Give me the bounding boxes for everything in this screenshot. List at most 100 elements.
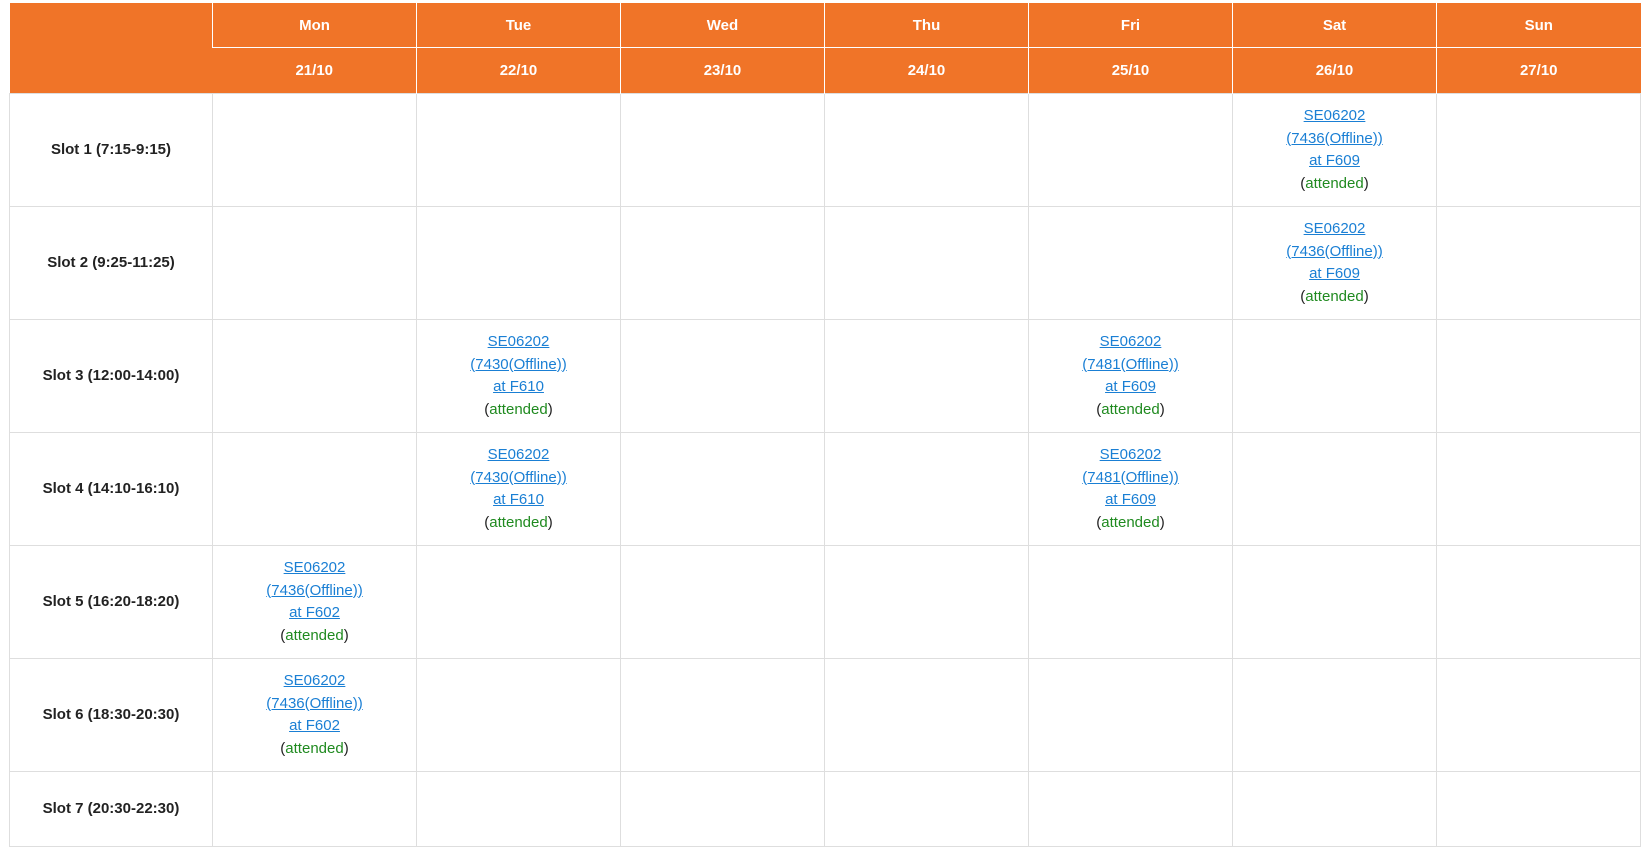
status-paren-close: ) xyxy=(547,400,553,418)
session-class-link[interactable]: (7436(Offline)) xyxy=(1233,128,1436,151)
timetable-cell xyxy=(620,545,825,659)
session-course-link[interactable]: SE06202 xyxy=(1029,331,1232,354)
session-course-link[interactable]: SE06202 xyxy=(1233,105,1436,128)
timetable-cell xyxy=(1436,319,1641,433)
session-course-link[interactable]: SE06202 xyxy=(417,331,620,354)
session-room-link[interactable]: at F609 xyxy=(1233,150,1436,173)
session-class-link[interactable]: (7481(Offline)) xyxy=(1029,354,1232,377)
status-paren-close: ) xyxy=(547,513,553,531)
session-room-link[interactable]: at F609 xyxy=(1233,263,1436,286)
timetable-cell xyxy=(1232,771,1437,847)
date-header: 21/10 xyxy=(212,47,417,94)
timetable-cell xyxy=(620,93,825,207)
date-header: 22/10 xyxy=(416,47,621,94)
status-text: attended xyxy=(1101,513,1160,531)
status-paren-close: ) xyxy=(1159,400,1165,418)
timetable-cell xyxy=(1028,545,1233,659)
timetable-cell xyxy=(1232,319,1437,433)
timetable-cell xyxy=(1028,93,1233,207)
dates-row: 21/10 22/10 23/10 24/10 25/10 26/10 27/1… xyxy=(10,47,1641,94)
slot-row: Slot 1 (7:15-9:15) SE06202 (7436(Offline))… xyxy=(9,93,1641,207)
header-corner xyxy=(9,3,213,94)
session-course-link[interactable]: SE06202 xyxy=(417,444,620,467)
timetable-cell xyxy=(1028,771,1233,847)
timetable-cell: SE06202 (7430(Offline)) at F610 (attended) xyxy=(416,319,621,433)
session-course-link[interactable]: SE06202 xyxy=(1029,444,1232,467)
session-room-link[interactable]: at F602 xyxy=(213,602,416,625)
session-room-link[interactable]: at F609 xyxy=(1029,376,1232,399)
session-course-link[interactable]: SE06202 xyxy=(213,557,416,580)
timetable-body: Slot 1 (7:15-9:15) SE06202 (7436(Offline))… xyxy=(9,93,1641,847)
timetable-cell xyxy=(824,432,1029,546)
day-name-header: Thu xyxy=(824,3,1029,48)
session-class-link[interactable]: (7430(Offline)) xyxy=(417,354,620,377)
status-text: attended xyxy=(1305,287,1364,305)
session-class-link[interactable]: (7430(Offline)) xyxy=(417,467,620,490)
timetable-cell xyxy=(416,206,621,320)
attendance-status: (attended) xyxy=(417,512,620,535)
timetable-cell xyxy=(1436,93,1641,207)
session-room-link[interactable]: at F610 xyxy=(417,376,620,399)
timetable-cell xyxy=(1232,432,1437,546)
timetable-cell xyxy=(620,432,825,546)
session-room-link[interactable]: at F610 xyxy=(417,489,620,512)
session-room-link[interactable]: at F609 xyxy=(1029,489,1232,512)
date-header: 24/10 xyxy=(824,47,1029,94)
slot-label: Slot 5 (16:20-18:20) xyxy=(9,545,213,659)
timetable-cell xyxy=(416,93,621,207)
timetable-cell xyxy=(1436,545,1641,659)
slot-label: Slot 3 (12:00-14:00) xyxy=(9,319,213,433)
timetable-cell xyxy=(416,545,621,659)
timetable-cell: SE06202 (7436(Offline)) at F602 (attended) xyxy=(212,658,417,772)
slot-label: Slot 2 (9:25-11:25) xyxy=(9,206,213,320)
timetable-cell xyxy=(212,432,417,546)
timetable-cell: SE06202 (7436(Offline)) at F609 (attended) xyxy=(1232,206,1437,320)
session-class-link[interactable]: (7436(Offline)) xyxy=(1233,241,1436,264)
timetable-cell xyxy=(620,206,825,320)
session-room-link[interactable]: at F602 xyxy=(213,715,416,738)
session-class-link[interactable]: (7436(Offline)) xyxy=(213,693,416,716)
timetable-cell xyxy=(824,658,1029,772)
status-paren-close: ) xyxy=(1159,513,1165,531)
status-paren-close: ) xyxy=(1363,287,1369,305)
timetable-cell: SE06202 (7436(Offline)) at F609 (attended) xyxy=(1232,93,1437,207)
slot-label: Slot 4 (14:10-16:10) xyxy=(9,432,213,546)
timetable-cell xyxy=(824,319,1029,433)
timetable-cell xyxy=(212,319,417,433)
session-class-link[interactable]: (7436(Offline)) xyxy=(213,580,416,603)
session-course-link[interactable]: SE06202 xyxy=(1233,218,1436,241)
date-header: 27/10 xyxy=(1436,47,1641,94)
status-text: attended xyxy=(1101,400,1160,418)
session-course-link[interactable]: SE06202 xyxy=(213,670,416,693)
day-name-header: Sat xyxy=(1232,3,1437,48)
status-text: attended xyxy=(489,513,548,531)
timetable-cell xyxy=(1232,658,1437,772)
day-name-header: Mon xyxy=(212,3,417,48)
date-header: 26/10 xyxy=(1232,47,1437,94)
slot-row: Slot 3 (12:00-14:00) SE06202 (7430(Offline… xyxy=(9,319,1641,433)
timetable-cell: SE06202 (7481(Offline)) at F609 (attended) xyxy=(1028,319,1233,433)
timetable-cell xyxy=(1028,658,1233,772)
timetable-cell xyxy=(1436,658,1641,772)
attendance-status: (attended) xyxy=(1233,173,1436,196)
day-name-header: Fri xyxy=(1028,3,1233,48)
date-header: 23/10 xyxy=(620,47,825,94)
timetable-cell xyxy=(1232,545,1437,659)
timetable-cell xyxy=(620,658,825,772)
timetable-cell xyxy=(824,206,1029,320)
day-name-header: Tue xyxy=(416,3,621,48)
attendance-status: (attended) xyxy=(213,738,416,761)
slot-row: Slot 6 (18:30-20:30) SE06202 (7436(Offline… xyxy=(9,658,1641,772)
slot-label: Slot 7 (20:30-22:30) xyxy=(9,771,213,847)
date-header: 25/10 xyxy=(1028,47,1233,94)
attendance-status: (attended) xyxy=(1029,512,1232,535)
timetable-cell xyxy=(1436,771,1641,847)
slot-row: Slot 7 (20:30-22:30) xyxy=(9,771,1641,847)
day-names-row: Mon Tue Wed Thu Fri Sat Sun xyxy=(9,3,1641,94)
status-paren-close: ) xyxy=(343,739,349,757)
timetable-cell xyxy=(1436,432,1641,546)
session-class-link[interactable]: (7481(Offline)) xyxy=(1029,467,1232,490)
timetable-cell xyxy=(620,319,825,433)
status-text: attended xyxy=(489,400,548,418)
timetable-cell xyxy=(416,771,621,847)
